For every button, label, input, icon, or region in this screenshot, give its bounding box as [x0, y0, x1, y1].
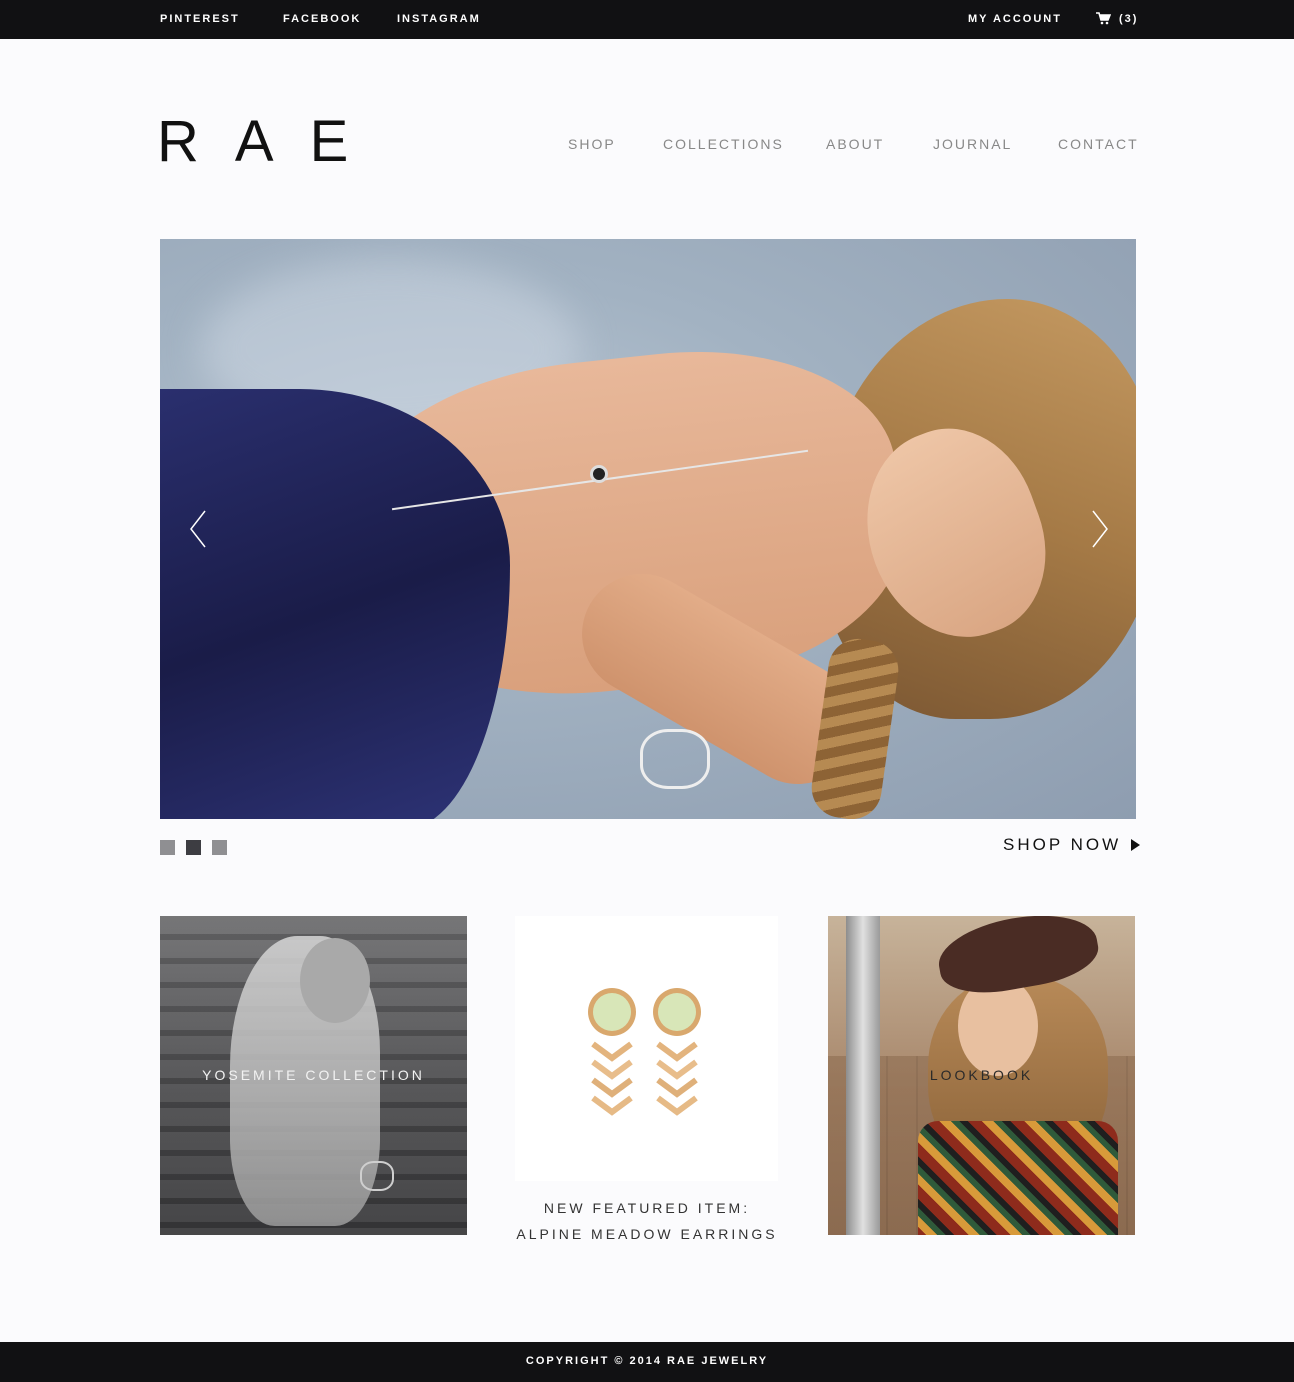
nav-collections[interactable]: COLLECTIONS — [663, 136, 784, 152]
nav-journal[interactable]: JOURNAL — [933, 136, 1012, 152]
featured-line-1: NEW FEATURED ITEM: — [543, 1200, 751, 1216]
chevron-left-icon[interactable] — [188, 509, 208, 549]
pinterest-link[interactable]: PINTEREST — [160, 13, 240, 25]
yosemite-collection-tile[interactable]: YOSEMITE COLLECTION — [160, 916, 467, 1235]
hero-model-braid — [807, 635, 903, 819]
featured-item-caption[interactable]: NEW FEATURED ITEM: ALPINE MEADOW EARRING… — [440, 1195, 854, 1247]
instagram-link[interactable]: INSTAGRAM — [397, 13, 481, 25]
nav-shop[interactable]: SHOP — [568, 136, 616, 152]
featured-item-tile[interactable] — [515, 916, 778, 1181]
lookbook-tile[interactable]: LOOKBOOK — [828, 916, 1135, 1235]
cart-button[interactable]: (3) — [1096, 12, 1138, 25]
play-icon — [1131, 839, 1141, 851]
slider-dot-3[interactable] — [212, 840, 227, 855]
tile-model-head — [300, 938, 370, 1023]
hero-bracelet — [640, 729, 710, 789]
chevron-right-icon[interactable] — [1090, 509, 1110, 549]
tile-mug — [360, 1161, 394, 1191]
tile-model-vest — [918, 1121, 1118, 1235]
nav-about[interactable]: ABOUT — [826, 136, 884, 152]
hero-model-skirt — [160, 389, 510, 819]
featured-line-2: ALPINE MEADOW EARRINGS — [516, 1226, 778, 1242]
shop-now-button[interactable]: SHOP NOW — [1003, 835, 1141, 855]
top-bar: PINTEREST FACEBOOK INSTAGRAM MY ACCOUNT … — [0, 0, 1294, 39]
slider-dot-2[interactable] — [186, 840, 201, 855]
copyright-text: COPYRIGHT © 2014 RAE JEWELRY — [525, 1355, 769, 1367]
slider-dot-1[interactable] — [160, 840, 175, 855]
earring-image — [588, 988, 636, 1116]
my-account-link[interactable]: MY ACCOUNT — [968, 13, 1062, 25]
facebook-link[interactable]: FACEBOOK — [283, 13, 361, 25]
cart-count: (3) — [1119, 12, 1139, 25]
hero-pendant — [590, 465, 608, 483]
slider-pagination — [160, 840, 227, 855]
lookbook-caption: LOOKBOOK — [929, 1067, 1034, 1083]
shop-now-label: SHOP NOW — [1003, 835, 1122, 854]
yosemite-caption: YOSEMITE COLLECTION — [202, 1067, 425, 1083]
site-logo[interactable]: RAE — [157, 112, 384, 172]
cart-icon — [1096, 12, 1111, 25]
earring-image — [653, 988, 701, 1116]
nav-contact[interactable]: CONTACT — [1058, 136, 1139, 152]
footer: COPYRIGHT © 2014 RAE JEWELRY — [0, 1342, 1294, 1382]
hero-slider[interactable] — [160, 239, 1136, 819]
